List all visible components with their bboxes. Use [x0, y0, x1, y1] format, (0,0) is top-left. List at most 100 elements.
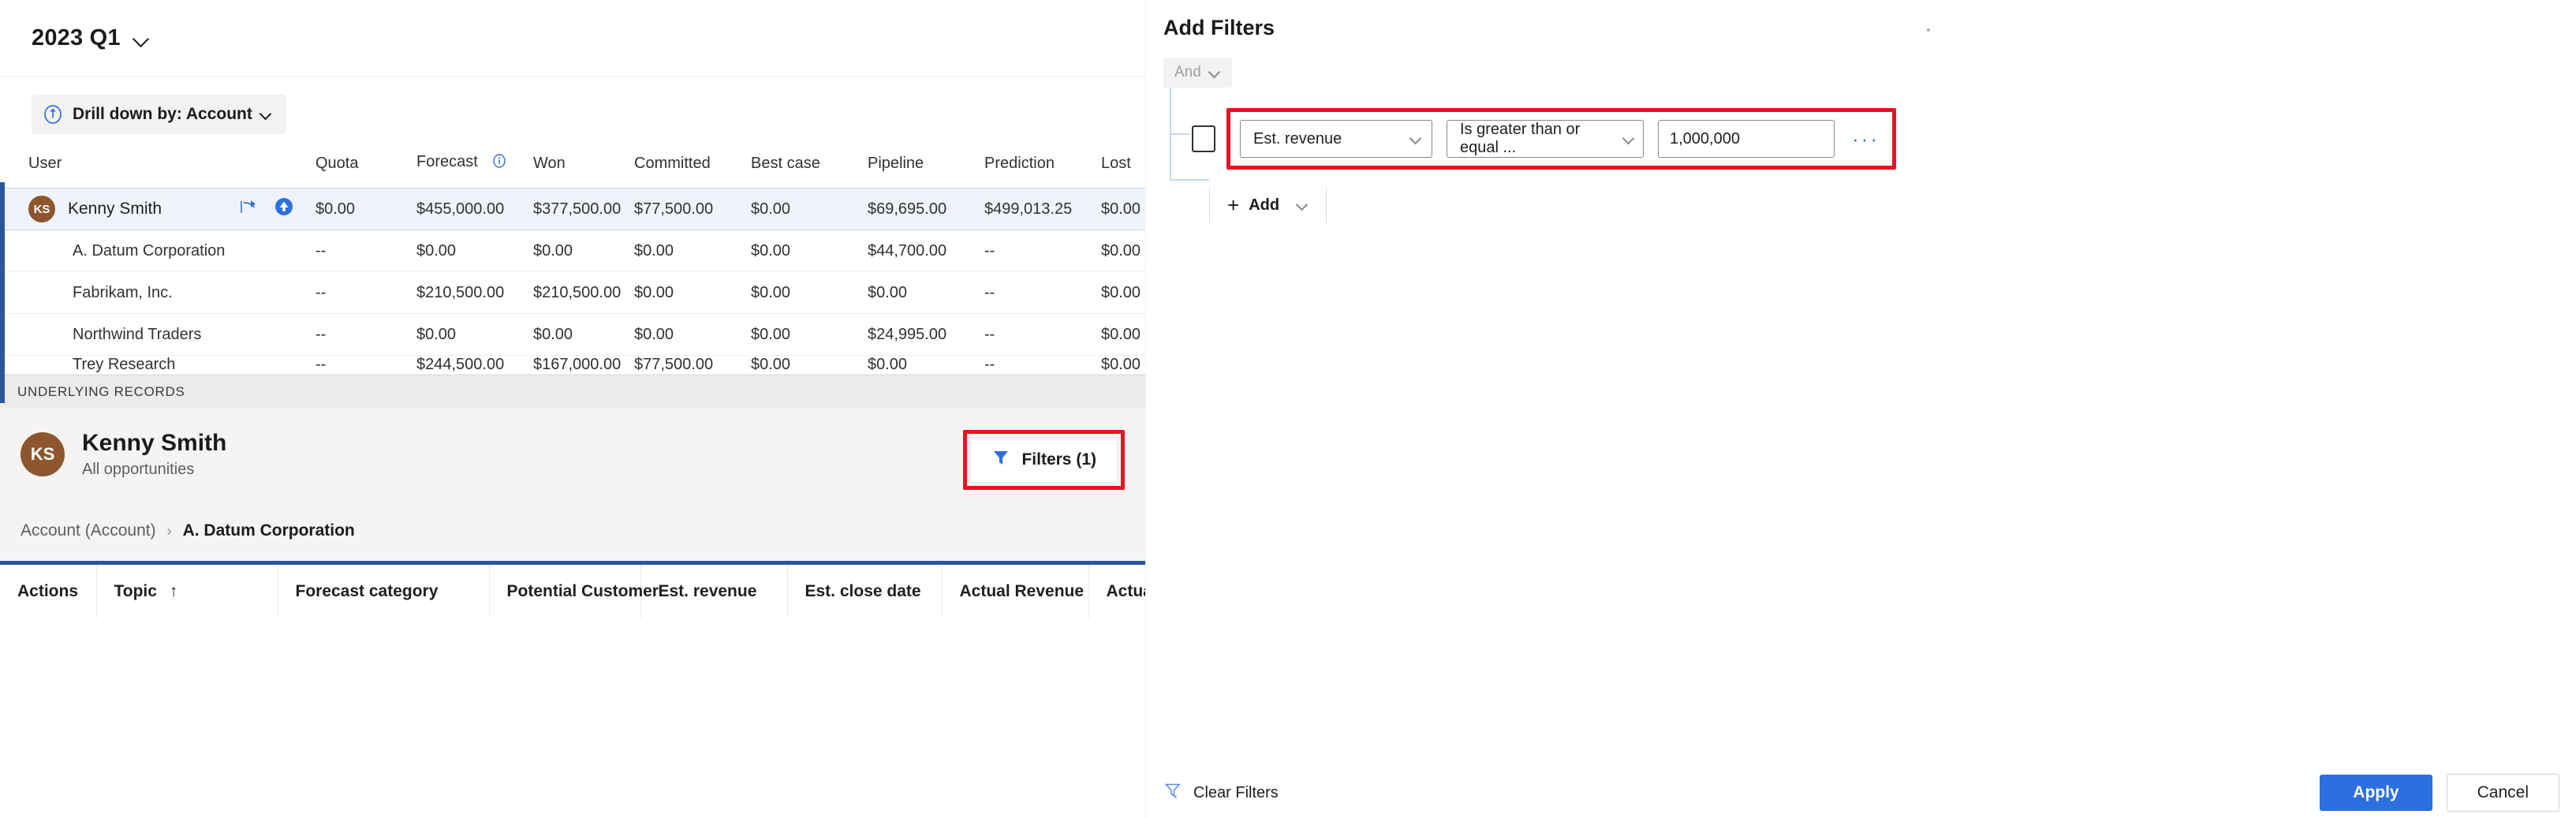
table-row[interactable]: Trey Research -- $244,500.00 $167,000.00… [0, 356, 1145, 375]
table-row[interactable]: KS Kenny Smith [0, 189, 1145, 230]
col-won[interactable]: Won [533, 145, 634, 189]
breadcrumb-current: A. Datum Corporation [183, 521, 355, 540]
cell-lost: $0.00 [1101, 356, 1145, 375]
cell-forecast: $0.00 [416, 230, 533, 272]
add-filters-footer: x Clear Filters Apply Cancel [1146, 768, 2576, 818]
underlying-records-table: Actions Topic ↑ Forecast category Potent… [0, 561, 1145, 818]
avatar: KS [21, 432, 65, 476]
cell-pipeline: $24,995.00 [868, 314, 984, 356]
clear-filter-icon: x [1163, 781, 1182, 805]
col-committed[interactable]: Committed [634, 145, 751, 189]
col-potential-customer[interactable]: Potential Customer [489, 563, 640, 619]
col-forecast[interactable]: Forecast [416, 145, 533, 189]
filter-row-overflow-menu[interactable]: ··· [1849, 127, 1883, 151]
footer-actions: Apply Cancel [2320, 774, 2559, 812]
table-row[interactable]: Fabrikam, Inc. -- $210,500.00 $210,500.0… [0, 272, 1145, 314]
cell-committed: $77,500.00 [634, 189, 751, 230]
drill-down-icon [43, 104, 63, 125]
filter-tree: Est. revenue Is greater than or equal ..… [1163, 88, 2576, 223]
table-row[interactable]: Northwind Traders -- $0.00 $0.00 $0.00 $… [0, 314, 1145, 356]
account-name[interactable]: A. Datum Corporation [0, 230, 315, 272]
col-lost[interactable]: Lost [1101, 145, 1145, 189]
cell-committed: $77,500.00 [634, 356, 751, 375]
add-filter-row: + Add [1209, 187, 2576, 223]
underlying-records-label: UNDERLYING RECORDS [17, 384, 185, 400]
forecast-page: 2023 Q1 Drill down by: Account Us [0, 0, 2576, 818]
filters-button[interactable]: Filters (1) [970, 437, 1118, 483]
filter-value-text: 1,000,000 [1670, 130, 1740, 148]
open-record-icon[interactable] [238, 196, 259, 222]
cell-pipeline: $44,700.00 [868, 230, 984, 272]
underlying-records-band: UNDERLYING RECORDS [0, 375, 1145, 408]
filter-row: Est. revenue Is greater than or equal ..… [1163, 88, 2576, 170]
filter-icon [991, 448, 1010, 472]
col-user[interactable]: User [0, 145, 315, 189]
filter-field-select[interactable]: Est. revenue [1240, 120, 1432, 158]
cell-best-case: $0.00 [751, 314, 868, 356]
col-actual-revenue[interactable]: Actual Revenue [942, 563, 1088, 619]
cell-forecast: $0.00 [416, 314, 533, 356]
cell-quota: -- [315, 230, 416, 272]
chevron-down-icon [133, 31, 149, 47]
add-button-label: Add [1249, 196, 1279, 215]
cell-prediction: -- [984, 230, 1101, 272]
add-filters-title: Add Filters [1146, 0, 2576, 40]
apply-button[interactable]: Apply [2320, 775, 2432, 811]
underlying-records-person: KS Kenny Smith All opportunities [21, 430, 226, 479]
col-forecast-category[interactable]: Forecast category [278, 563, 489, 619]
col-best-case[interactable]: Best case [751, 145, 868, 189]
cell-quota: -- [315, 272, 416, 314]
cell-forecast: $210,500.00 [416, 272, 533, 314]
trend-up-icon[interactable] [273, 196, 295, 222]
col-quota[interactable]: Quota [315, 145, 416, 189]
filter-row-highlight: Est. revenue Is greater than or equal ..… [1226, 108, 1896, 170]
cell-lost: $0.00 [1101, 230, 1145, 272]
cell-won: $0.00 [533, 230, 634, 272]
filter-row-checkbox[interactable] [1192, 125, 1215, 152]
cell-prediction: -- [984, 356, 1101, 375]
table-row[interactable]: A. Datum Corporation -- $0.00 $0.00 $0.0… [0, 230, 1145, 272]
underlying-records-header-row: Actions Topic ↑ Forecast category Potent… [0, 563, 1145, 619]
col-prediction[interactable]: Prediction [984, 145, 1101, 189]
cell-committed: $0.00 [634, 314, 751, 356]
add-filter-button[interactable]: + Add [1209, 187, 1327, 223]
cell-prediction: $499,013.25 [984, 189, 1101, 230]
col-actual-close-date[interactable]: Actual Close D [1088, 563, 1145, 619]
period-label: 2023 Q1 [32, 25, 121, 51]
account-name[interactable]: Trey Research [0, 356, 315, 375]
cell-quota: -- [315, 356, 416, 375]
clear-filters-label: Clear Filters [1193, 784, 1279, 802]
cell-won: $210,500.00 [533, 272, 634, 314]
records-subtitle: All opportunities [82, 461, 226, 479]
info-icon[interactable] [491, 153, 507, 174]
col-topic[interactable]: Topic ↑ [96, 563, 278, 619]
chevron-right-icon: › [167, 523, 172, 540]
underlying-records-header: KS Kenny Smith All opportunities Filters… [0, 408, 1145, 510]
account-name[interactable]: Fabrikam, Inc. [0, 272, 315, 314]
selected-row-indicator [0, 182, 5, 403]
col-est-revenue[interactable]: Est. revenue [640, 563, 787, 619]
filter-operator-select[interactable]: Is greater than or equal ... [1447, 120, 1644, 158]
filter-value-input[interactable]: 1,000,000 [1658, 120, 1835, 158]
period-selector[interactable]: 2023 Q1 [32, 25, 149, 51]
drill-down-by-account-button[interactable]: Drill down by: Account [32, 95, 286, 134]
user-cell[interactable]: KS Kenny Smith [0, 189, 315, 230]
clear-filters-button[interactable]: x Clear Filters [1163, 781, 1279, 805]
col-actions[interactable]: Actions [0, 563, 96, 619]
col-est-close-date[interactable]: Est. close date [787, 563, 942, 619]
chevron-down-icon [1409, 133, 1422, 145]
logic-operator-label: And [1174, 64, 1201, 81]
cancel-button[interactable]: Cancel [2447, 774, 2559, 812]
cell-prediction: -- [984, 314, 1101, 356]
breadcrumb-root[interactable]: Account (Account) [21, 521, 156, 540]
cell-prediction: -- [984, 272, 1101, 314]
page-title: Kenny Smith [82, 430, 226, 458]
cell-committed: $0.00 [634, 272, 751, 314]
col-pipeline[interactable]: Pipeline [868, 145, 984, 189]
cursor-artifact [1927, 28, 1930, 32]
user-name: Kenny Smith [68, 200, 162, 219]
logic-operator-dropdown[interactable]: And [1163, 58, 1232, 88]
cell-pipeline: $0.00 [868, 356, 984, 375]
avatar: KS [28, 196, 55, 222]
account-name[interactable]: Northwind Traders [0, 314, 315, 356]
